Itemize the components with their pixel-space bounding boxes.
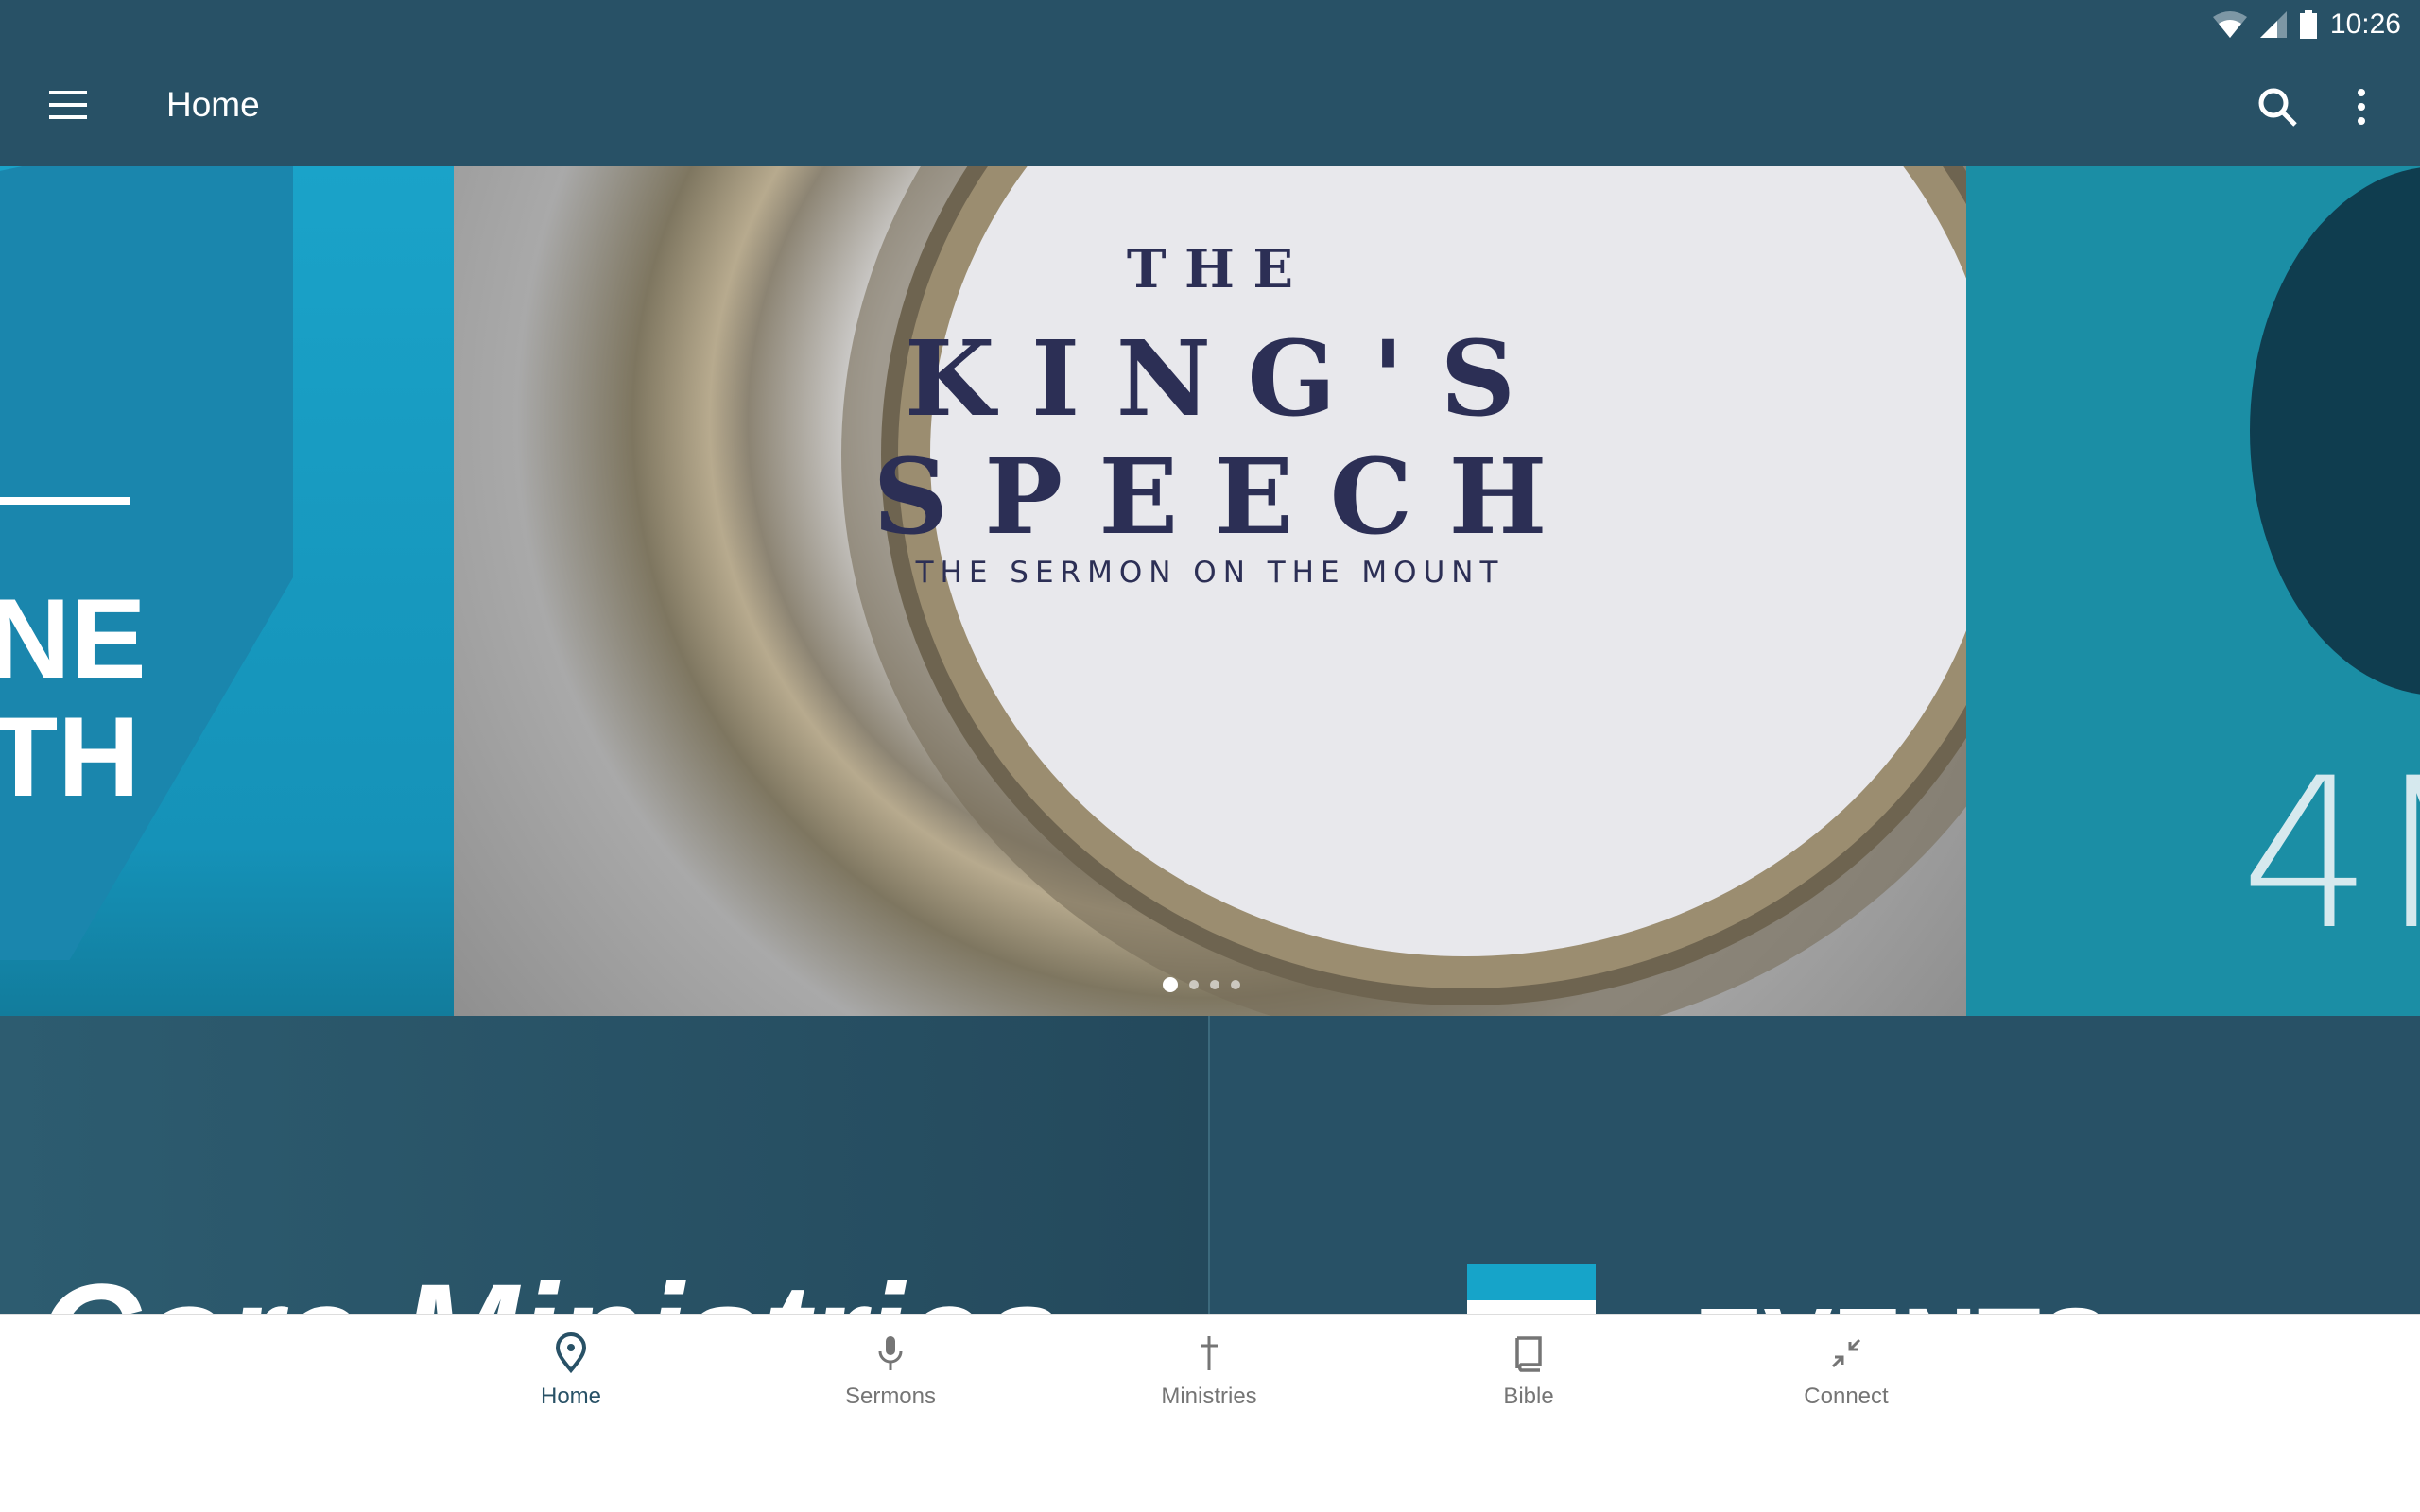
slide-text: TH (0, 694, 140, 820)
slide-title-line: K I N G ' S (904, 318, 1516, 439)
slide-title-line: T H E (1126, 238, 1294, 301)
system-nav-bar (0, 1456, 2420, 1512)
nav-label: Connect (1804, 1383, 1889, 1409)
home-cards: Core Ministries EVENTS (0, 1016, 2420, 1314)
carousel-slide-next[interactable]: 4M (1966, 166, 2420, 1016)
page-dot[interactable] (1163, 977, 1178, 992)
battery-icon (2299, 10, 2317, 39)
nav-sermons[interactable]: Sermons (796, 1332, 985, 1410)
nav-label: Bible (1503, 1383, 1554, 1409)
carousel-slide-previous[interactable]: NE TH (0, 166, 454, 1016)
app-bar: 10:26 Home (0, 0, 2420, 166)
page-dot[interactable] (1210, 980, 1219, 989)
location-pin-icon (555, 1332, 587, 1374)
card-title: Core Ministries (38, 1252, 1063, 1314)
wifi-icon (2212, 11, 2247, 38)
more-vert-icon[interactable] (2344, 85, 2378, 129)
hamburger-menu-icon[interactable] (49, 91, 87, 119)
carousel-slide-current[interactable]: T H E K I N G ' S S P E E C H THE SERMON… (454, 166, 1966, 1016)
nav-label: Sermons (844, 1383, 937, 1409)
compress-arrows-icon (1831, 1338, 1861, 1368)
page-indicator (1163, 977, 1240, 992)
nav-label: Ministries (1161, 1383, 1257, 1409)
slide-subtitle: THE SERMON ON THE MOUNT (915, 556, 1505, 590)
nav-bible[interactable]: Bible (1434, 1332, 1623, 1410)
page-dot[interactable] (1231, 980, 1240, 989)
microphone-icon (878, 1336, 903, 1370)
bottom-nav: Home Sermons Ministries Bible Connect (0, 1314, 2420, 1456)
search-icon[interactable] (2256, 85, 2299, 129)
book-icon (1515, 1336, 1542, 1372)
cell-signal-icon (2259, 11, 2287, 38)
card-title: EVENTS (1694, 1285, 2110, 1314)
nav-label: Home (540, 1383, 602, 1409)
core-ministries-card[interactable]: Core Ministries (0, 1016, 1210, 1314)
events-card[interactable]: EVENTS (1212, 1016, 2420, 1314)
banner-carousel[interactable]: NE TH T H E K I N G ' S S P E E C H THE … (0, 166, 2420, 1016)
slide-title-line: S P E E C H (873, 436, 1547, 558)
nav-ministries[interactable]: Ministries (1115, 1332, 1304, 1410)
nav-connect[interactable]: Connect (1752, 1332, 1941, 1410)
cross-icon (1201, 1336, 1218, 1370)
nav-home[interactable]: Home (476, 1332, 666, 1410)
status-bar: 10:26 (2212, 6, 2401, 43)
clock: 10:26 (2329, 9, 2401, 40)
page-dot[interactable] (1189, 980, 1199, 989)
calendar-icon (1467, 1264, 1596, 1314)
slide-text: NE (0, 576, 147, 702)
page-title: Home (166, 85, 260, 124)
slide-text: 4M (2240, 733, 2420, 975)
